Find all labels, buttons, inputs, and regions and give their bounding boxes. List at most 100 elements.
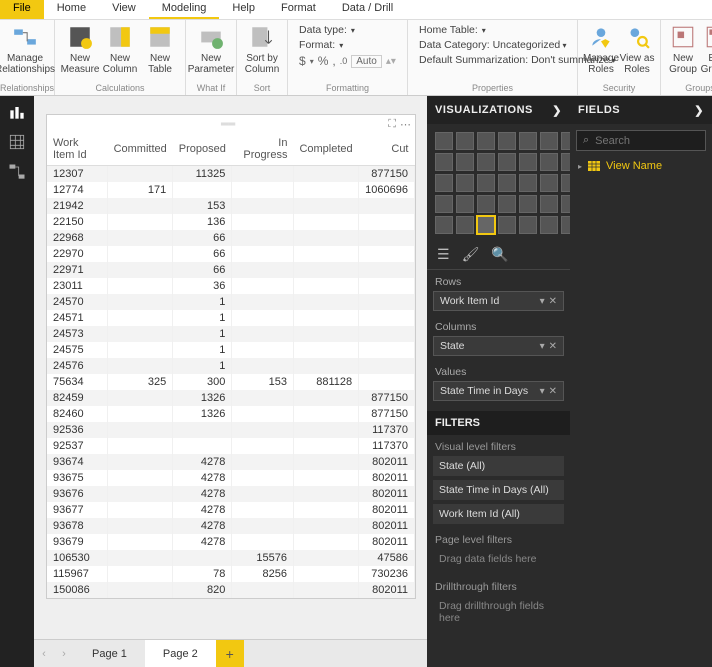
view-switcher: [0, 96, 34, 667]
decimals-input[interactable]: Auto: [351, 55, 382, 68]
view-as-roles-button[interactable]: View as Roles: [619, 22, 655, 75]
tab-view[interactable]: View: [99, 0, 149, 19]
page-prev-button[interactable]: ‹: [34, 640, 54, 667]
viz-type-icon[interactable]: [498, 174, 516, 192]
viz-type-icon[interactable]: [498, 132, 516, 150]
viz-type-icon[interactable]: [498, 216, 516, 234]
collapse-viz-pane-icon[interactable]: ❯: [552, 104, 562, 117]
chevron-down-icon[interactable]: ▾: [540, 341, 545, 352]
currency-button[interactable]: $: [299, 54, 306, 68]
table-row: 936774278802011: [47, 502, 415, 518]
more-options-icon[interactable]: ⋯: [400, 118, 411, 131]
remove-field-icon[interactable]: ✕: [549, 296, 557, 307]
viz-type-icon[interactable]: [456, 132, 474, 150]
new-column-button[interactable]: New Column: [100, 22, 140, 75]
fields-well-tab[interactable]: ☰: [437, 246, 450, 263]
column-header[interactable]: Proposed: [173, 133, 232, 166]
columns-well[interactable]: State ▾✕: [433, 336, 564, 356]
viz-type-icon[interactable]: [540, 132, 558, 150]
page-next-button[interactable]: ›: [54, 640, 74, 667]
field-table-viewname[interactable]: ▸ View Name: [570, 157, 712, 175]
new-parameter-button[interactable]: New Parameter: [191, 22, 231, 75]
tab-format[interactable]: Format: [268, 0, 329, 19]
viz-type-icon[interactable]: [435, 153, 453, 171]
viz-type-icon[interactable]: [477, 216, 495, 234]
new-group-button[interactable]: New Group: [666, 22, 700, 75]
chevron-down-icon[interactable]: ▾: [540, 386, 545, 397]
viz-type-icon[interactable]: [435, 174, 453, 192]
column-header[interactable]: Completed: [293, 133, 358, 166]
viz-type-icon[interactable]: [519, 195, 537, 213]
viz-type-icon[interactable]: [498, 195, 516, 213]
viz-type-icon[interactable]: [435, 195, 453, 213]
tab-help[interactable]: Help: [219, 0, 268, 19]
viz-type-icon[interactable]: [477, 174, 495, 192]
sort-by-column-button[interactable]: Sort by Column: [242, 22, 282, 75]
viz-type-icon[interactable]: [435, 132, 453, 150]
analytics-tab[interactable]: 🔍: [491, 246, 508, 263]
page-filters-dropzone[interactable]: Drag data fields here: [433, 549, 564, 569]
viz-type-icon[interactable]: [498, 153, 516, 171]
tab-modeling[interactable]: Modeling: [149, 0, 220, 19]
user-shield-icon: [588, 24, 614, 50]
filter-state-time[interactable]: State Time in Days (All): [433, 480, 564, 500]
report-view-icon[interactable]: [7, 102, 27, 122]
tab-datadrill[interactable]: Data / Drill: [329, 0, 406, 19]
tab-home[interactable]: Home: [44, 0, 99, 19]
report-canvas[interactable]: ══ ⛶ ⋯ Work Item IdCommittedProposedIn P…: [34, 96, 427, 639]
drag-handle-icon[interactable]: ══: [221, 119, 235, 130]
column-header[interactable]: Work Item Id: [47, 133, 108, 166]
drillthrough-dropzone[interactable]: Drag drillthrough fields here: [433, 596, 564, 628]
filter-state[interactable]: State (All): [433, 456, 564, 476]
manage-relationships-button[interactable]: Manage Relationships: [5, 22, 45, 75]
focus-mode-icon[interactable]: ⛶: [388, 118, 396, 131]
viz-type-icon[interactable]: [435, 216, 453, 234]
column-header[interactable]: In Progress: [232, 133, 294, 166]
viz-type-icon[interactable]: [477, 153, 495, 171]
viz-type-icon[interactable]: [519, 174, 537, 192]
data-view-icon[interactable]: [7, 132, 27, 152]
viz-type-icon[interactable]: [519, 153, 537, 171]
tab-file[interactable]: File: [0, 0, 44, 19]
format-tab[interactable]: 🖌: [462, 246, 480, 263]
data-category-dropdown[interactable]: Data Category: Uncategorized: [419, 39, 567, 51]
viz-type-icon[interactable]: [540, 216, 558, 234]
edit-groups-button[interactable]: Edit Groups: [700, 22, 712, 75]
page-tab-1[interactable]: Page 1: [74, 640, 145, 667]
collapse-fields-pane-icon[interactable]: ❯: [694, 104, 704, 117]
expand-icon[interactable]: ▸: [578, 162, 582, 171]
model-view-icon[interactable]: [7, 162, 27, 182]
search-input[interactable]: [595, 135, 712, 147]
format-dropdown[interactable]: [339, 39, 343, 51]
home-table-dropdown[interactable]: [482, 24, 486, 36]
remove-field-icon[interactable]: ✕: [549, 341, 557, 352]
viz-type-icon[interactable]: [519, 216, 537, 234]
values-well[interactable]: State Time in Days ▾✕: [433, 381, 564, 401]
manage-roles-button[interactable]: Manage Roles: [583, 22, 619, 75]
new-measure-button[interactable]: New Measure: [60, 22, 100, 75]
viz-type-icon[interactable]: [477, 132, 495, 150]
chevron-down-icon[interactable]: ▾: [540, 296, 545, 307]
matrix-visual[interactable]: ══ ⛶ ⋯ Work Item IdCommittedProposedIn P…: [46, 114, 416, 599]
percent-button[interactable]: %: [318, 54, 329, 68]
viz-type-icon[interactable]: [540, 153, 558, 171]
decimal-decrease-icon[interactable]: .0: [340, 56, 348, 66]
viz-type-icon[interactable]: [540, 195, 558, 213]
column-header[interactable]: Committed: [108, 133, 173, 166]
filter-work-item-id[interactable]: Work Item Id (All): [433, 504, 564, 524]
viz-type-icon[interactable]: [456, 216, 474, 234]
remove-field-icon[interactable]: ✕: [549, 386, 557, 397]
new-table-button[interactable]: New Table: [140, 22, 180, 75]
add-page-button[interactable]: +: [216, 640, 244, 667]
viz-type-icon[interactable]: [519, 132, 537, 150]
thousands-button[interactable]: ,: [332, 54, 335, 68]
column-header[interactable]: Cut: [359, 133, 415, 166]
page-tab-2[interactable]: Page 2: [145, 640, 216, 667]
viz-type-icon[interactable]: [456, 153, 474, 171]
viz-type-icon[interactable]: [477, 195, 495, 213]
viz-type-icon[interactable]: [456, 174, 474, 192]
datatype-dropdown[interactable]: [351, 24, 355, 36]
rows-well[interactable]: Work Item Id ▾✕: [433, 291, 564, 311]
viz-type-icon[interactable]: [540, 174, 558, 192]
viz-type-icon[interactable]: [456, 195, 474, 213]
